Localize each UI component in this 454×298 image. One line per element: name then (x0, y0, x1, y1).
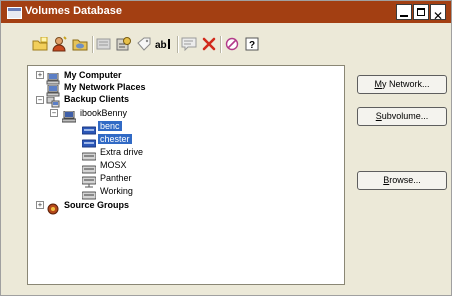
tree-item-source-groups[interactable]: Source Groups (46, 198, 131, 214)
tag-icon[interactable] (135, 35, 153, 53)
volume-icon (81, 121, 97, 134)
subvolume-label: ubvolume... (381, 111, 429, 121)
tree-label: Backup Clients (64, 94, 130, 104)
my-network-label: y Network... (381, 79, 430, 89)
volume-icon (81, 134, 97, 147)
delete-icon[interactable] (200, 35, 218, 53)
tree-item-benc[interactable]: benc (81, 119, 122, 134)
svg-text:?: ? (249, 40, 255, 51)
network-drive-icon (81, 173, 97, 187)
tree-label: ibookBenny (80, 108, 128, 118)
backup-clients-icon (46, 94, 60, 107)
tree-item-chester[interactable]: chester (81, 132, 132, 147)
drive-icon (81, 147, 97, 160)
volumes-database-window: Volumes Database ✕ ab ? + My Computer My… (0, 0, 452, 296)
title-bar[interactable]: Volumes Database ✕ (1, 1, 451, 23)
expand-my-computer[interactable]: + (36, 71, 44, 79)
source-groups-icon (46, 200, 60, 214)
my-network-button[interactable]: My Network... (357, 75, 447, 94)
tree-label: My Network Places (64, 82, 146, 92)
drive-icon (81, 160, 97, 173)
my-network-mnemonic: M (374, 79, 382, 89)
subvolume-button[interactable]: Subvolume... (357, 107, 447, 126)
tree-label: My Computer (64, 70, 122, 80)
help-icon[interactable]: ? (243, 35, 261, 53)
maximize-button[interactable] (413, 4, 429, 20)
properties-grey-icon[interactable] (95, 35, 113, 53)
erase-icon[interactable] (223, 35, 241, 53)
tree-label: Source Groups (64, 200, 130, 210)
tree-item-panther[interactable]: Panther (81, 171, 134, 187)
toolbar-separator (220, 36, 222, 53)
tree-item-ibookbenny[interactable]: ibookBenny (61, 106, 129, 122)
tree-item-mosx[interactable]: MOSX (81, 158, 129, 173)
tree-label: benc (98, 121, 122, 131)
add-user-icon[interactable] (51, 35, 69, 53)
client-computer-icon (61, 108, 77, 122)
svg-text:ab: ab (155, 40, 167, 51)
tree-label: Extra drive (100, 147, 144, 157)
window-icon (7, 7, 22, 19)
tree-item-backup-clients[interactable]: Backup Clients (46, 92, 131, 107)
volumes-tree[interactable]: + My Computer My Network Places − Backup… (27, 65, 345, 285)
close-button[interactable]: ✕ (430, 4, 446, 23)
settings-icon[interactable] (115, 35, 133, 53)
maximize-icon (417, 8, 425, 16)
new-volume-icon[interactable] (31, 35, 49, 53)
computer-icon (46, 70, 60, 84)
tree-label: Working (100, 186, 133, 196)
folder-open-icon[interactable] (71, 35, 89, 53)
comment-icon[interactable] (180, 35, 198, 53)
toolbar-separator (177, 36, 179, 53)
collapse-backup-clients[interactable]: − (36, 96, 44, 104)
drive-icon (81, 186, 97, 199)
collapse-ibookbenny[interactable]: − (50, 109, 58, 117)
tree-label: Panther (100, 173, 132, 183)
toolbar-separator (92, 36, 94, 53)
tree-item-working[interactable]: Working (81, 184, 135, 199)
tree-label: MOSX (100, 160, 127, 170)
minimize-button[interactable] (396, 4, 412, 20)
network-places-icon (46, 82, 60, 96)
rename-icon[interactable]: ab (155, 35, 173, 53)
window-title: Volumes Database (25, 5, 123, 17)
close-icon: ✕ (432, 9, 444, 23)
minimize-icon (400, 15, 408, 17)
expand-source-groups[interactable]: + (36, 201, 44, 209)
tree-item-extra-drive[interactable]: Extra drive (81, 145, 145, 160)
browse-button[interactable]: Browse... (357, 171, 447, 190)
tree-label: chester (98, 134, 132, 144)
browse-label: rowse... (389, 175, 421, 185)
